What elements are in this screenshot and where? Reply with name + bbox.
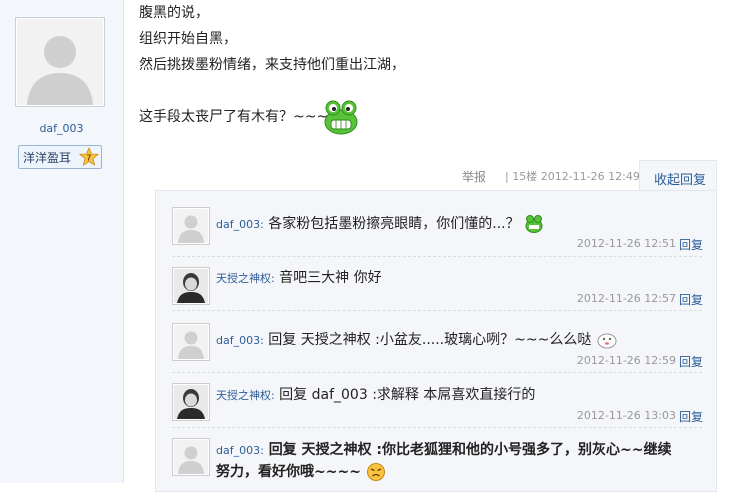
reply-divider — [172, 372, 702, 373]
collapse-replies-label: 收起回复 — [654, 173, 707, 188]
reply-divider — [172, 427, 702, 428]
reply-body: daf_003: 回复 天授之神权 :小盆友.....玻璃心咧？~~~么么哒 — [216, 329, 618, 349]
reply-text: 音吧三大神 你好 — [279, 270, 382, 286]
reply-button[interactable]: 回复 — [679, 353, 703, 370]
report-link[interactable]: 举报 — [462, 168, 486, 185]
floor-and-time: | 15楼 2012-11-26 12:49 — [505, 170, 640, 183]
author-avatar[interactable] — [15, 17, 105, 107]
portrait-avatar-icon — [174, 269, 208, 303]
reply-avatar[interactable] — [172, 323, 210, 361]
reply-text: 回复 daf_003 :求解释 本屌喜欢直接行的 — [279, 387, 536, 403]
reply-author[interactable]: daf_003 — [216, 334, 260, 347]
reply-body-continued: 努力，看好你哦~~~~ — [216, 461, 386, 482]
kiss-emoticon-icon — [597, 333, 617, 349]
frog-emoticon-icon — [525, 215, 543, 233]
reply-timestamp: 2012-11-26 12:57 — [576, 292, 676, 305]
reply-button[interactable]: 回复 — [679, 236, 703, 253]
reply-avatar[interactable] — [172, 383, 210, 421]
collapse-replies-button[interactable]: 收起回复 — [639, 160, 717, 191]
reply-author[interactable]: daf_003 — [216, 218, 260, 231]
author-sidebar: daf_003 洋洋盈耳 7 — [0, 0, 124, 483]
reply-author[interactable]: daf_003 — [216, 444, 260, 457]
default-user-icon — [17, 19, 103, 105]
portrait-avatar-icon — [174, 385, 208, 419]
post-line — [139, 78, 405, 104]
reply-text: 回复 天授之神权 :小盆友.....玻璃心咧？~~~么么哒 — [268, 332, 592, 348]
reply-button[interactable]: 回复 — [679, 408, 703, 425]
post-content: 腹黑的说， 组织开始自黑， 然后挑拨墨粉情绪，来支持他们重出江湖， 这手段太丧尸… — [139, 0, 405, 130]
post-meta-bar: 举报 | 15楼 2012-11-26 12:49 收起回复 — [0, 160, 732, 191]
default-user-icon — [174, 325, 208, 359]
reply-timestamp: 2012-11-26 12:59 — [576, 354, 676, 367]
post-line: 腹黑的说， — [139, 5, 209, 21]
default-user-icon — [174, 209, 208, 243]
author-name[interactable]: daf_003 — [0, 122, 123, 135]
reply-body: 天授之神权: 音吧三大神 你好 — [216, 270, 382, 286]
reply-timestamp: 2012-11-26 12:51 — [576, 237, 676, 250]
reply-author[interactable]: 天授之神权 — [216, 272, 271, 285]
default-user-icon — [174, 440, 208, 474]
reply-body: daf_003: 各家粉包括墨粉擦亮眼睛，你们懂的...？ — [216, 213, 544, 234]
frog-emoticon-icon — [324, 100, 358, 135]
post-line: 然后挑拨墨粉情绪，来支持他们重出江湖， — [139, 57, 405, 73]
reply-body: 天授之神权: 回复 daf_003 :求解释 本屌喜欢直接行的 — [216, 387, 536, 403]
reply-button[interactable]: 回复 — [679, 291, 703, 308]
reply-text: 回复 天授之神权 :你比老狐狸和他的小号强多了，别灰心~~继续 — [268, 442, 672, 458]
reply-body: daf_003: 回复 天授之神权 :你比老狐狸和他的小号强多了，别灰心~~继续 — [216, 442, 672, 458]
reply-list: daf_003: 各家粉包括墨粉擦亮眼睛，你们懂的...？ 2012-11-26… — [155, 190, 717, 492]
post-line: 这手段太丧尸了有木有？~~~ — [139, 109, 329, 125]
reply-text: 各家粉包括墨粉擦亮眼睛，你们懂的...？ — [268, 216, 520, 232]
post-line: 组织开始自黑， — [139, 31, 237, 47]
reply-avatar[interactable] — [172, 207, 210, 245]
reply-timestamp: 2012-11-26 13:03 — [576, 409, 676, 422]
reply-divider — [172, 256, 702, 257]
reply-text-continued: 努力，看好你哦~~~~ — [216, 464, 361, 480]
angry-emoticon-icon — [366, 463, 385, 481]
reply-author[interactable]: 天授之神权 — [216, 389, 271, 402]
reply-avatar[interactable] — [172, 438, 210, 476]
reply-divider — [172, 310, 702, 311]
reply-avatar[interactable] — [172, 267, 210, 305]
